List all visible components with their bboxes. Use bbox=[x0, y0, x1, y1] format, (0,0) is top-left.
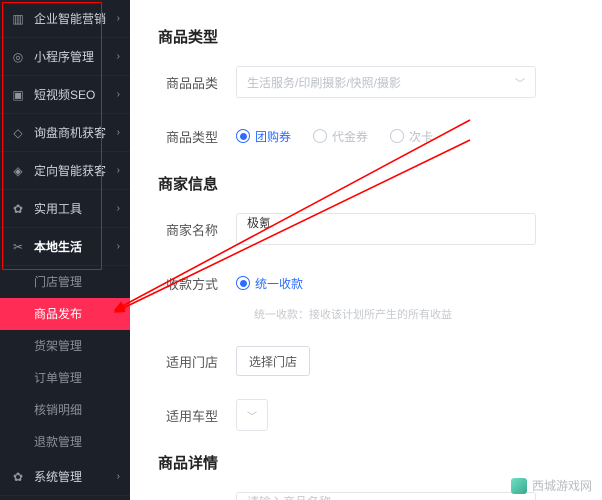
chevron-right-icon: › bbox=[117, 165, 120, 176]
radio-voucher[interactable]: 代金券 bbox=[313, 128, 368, 145]
chevron-down-icon: ﹀ bbox=[515, 75, 525, 90]
section-title-product-detail: 商品详情 bbox=[158, 452, 574, 473]
radio-label: 统一收款 bbox=[255, 275, 303, 292]
input-product-name[interactable]: 请输入商品名称 bbox=[236, 492, 536, 500]
chevron-right-icon: › bbox=[117, 89, 120, 100]
sidebar-item-targeted-acquisition[interactable]: ◈ 定向智能获客 › bbox=[0, 152, 130, 190]
chevron-right-icon: › bbox=[117, 241, 120, 252]
radio-group-payment: 统一收款 bbox=[236, 275, 303, 292]
sidebar-item-utilities[interactable]: ✿ 实用工具 › bbox=[0, 190, 130, 228]
sidebar-item-label: 短视频SEO bbox=[34, 86, 117, 103]
row-product-category: 商品品类 生活服务/印刷摄影/快照/摄影 ﹀ bbox=[158, 65, 574, 99]
chevron-right-icon: › bbox=[117, 203, 120, 214]
watermark-icon bbox=[511, 478, 527, 494]
label-merchant-name: 商家名称 bbox=[158, 220, 236, 239]
label-applicable-vehicle: 适用车型 bbox=[158, 406, 236, 425]
select-product-category[interactable]: 生活服务/印刷摄影/快照/摄影 ﹀ bbox=[236, 66, 536, 98]
radio-label: 团购券 bbox=[255, 128, 291, 145]
label-applicable-store: 适用门店 bbox=[158, 352, 236, 371]
sidebar-item-enterprise-marketing[interactable]: ▥ 企业智能营销 › bbox=[0, 0, 130, 38]
sidebar-item-inquiry-leads[interactable]: ◇ 询盘商机获客 › bbox=[0, 114, 130, 152]
sidebar-item-label: 本地生活 bbox=[34, 238, 117, 255]
sidebar-item-miniapp[interactable]: ◎ 小程序管理 › bbox=[0, 38, 130, 76]
radio-dot-icon bbox=[236, 129, 250, 143]
radio-dot-icon bbox=[390, 129, 404, 143]
hint-payment: 统一收款：接收该计划所产生的所有收益 bbox=[254, 306, 574, 322]
chevron-right-icon: › bbox=[117, 51, 120, 62]
main-content: 商品类型 商品品类 生活服务/印刷摄影/快照/摄影 ﹀ 商品类型 团购券 代金券 bbox=[130, 0, 602, 500]
sidebar-item-label: 实用工具 bbox=[34, 200, 117, 217]
chevron-right-icon: › bbox=[117, 471, 120, 482]
radio-group-product-type: 团购券 代金券 次卡 bbox=[236, 128, 433, 145]
sidebar-subitem-shelf-manage[interactable]: 货架管理 bbox=[0, 330, 130, 362]
label-payment-method: 收款方式 bbox=[158, 274, 236, 293]
input-value: 极氪 bbox=[247, 216, 271, 230]
section-title-product-type: 商品类型 bbox=[158, 26, 574, 47]
label-product-type: 商品类型 bbox=[158, 127, 236, 146]
row-applicable-store: 适用门店 选择门店 bbox=[158, 344, 574, 378]
sidebar-item-label: 小程序管理 bbox=[34, 48, 117, 65]
radio-dot-icon bbox=[313, 129, 327, 143]
sidebar-item-shortvideo-seo[interactable]: ▣ 短视频SEO › bbox=[0, 76, 130, 114]
chevron-right-icon: › bbox=[117, 13, 120, 24]
sidebar-subitem-verify-detail[interactable]: 核销明细 bbox=[0, 394, 130, 426]
sidebar-item-label: 询盘商机获客 bbox=[34, 124, 117, 141]
row-product-type: 商品类型 团购券 代金券 次卡 bbox=[158, 119, 574, 153]
row-applicable-vehicle: 适用车型 ﹀ bbox=[158, 398, 574, 432]
select-placeholder: 生活服务/印刷摄影/快照/摄影 bbox=[247, 74, 401, 91]
radio-dot-icon bbox=[236, 276, 250, 290]
row-merchant-name: 商家名称 极氪 bbox=[158, 212, 574, 246]
local-icon: ✂ bbox=[10, 240, 26, 254]
radio-groupbuy-coupon[interactable]: 团购券 bbox=[236, 128, 291, 145]
radio-label: 次卡 bbox=[409, 128, 433, 145]
sidebar-item-label: 定向智能获客 bbox=[34, 162, 117, 179]
select-store-button[interactable]: 选择门店 bbox=[236, 346, 310, 376]
radio-times-card[interactable]: 次卡 bbox=[390, 128, 433, 145]
sidebar-subitem-product-publish[interactable]: 商品发布 bbox=[0, 298, 130, 330]
radio-unified-payment[interactable]: 统一收款 bbox=[236, 275, 303, 292]
sidebar-item-system-manage[interactable]: ✿ 系统管理 › bbox=[0, 458, 130, 496]
chevron-down-icon: ﹀ bbox=[247, 408, 257, 423]
target-icon: ◈ bbox=[10, 164, 26, 178]
radio-label: 代金券 bbox=[332, 128, 368, 145]
sidebar-subitem-refund-manage[interactable]: 退款管理 bbox=[0, 426, 130, 458]
label-product-category: 商品品类 bbox=[158, 73, 236, 92]
gear-icon: ✿ bbox=[10, 470, 26, 484]
input-placeholder: 请输入商品名称 bbox=[247, 495, 331, 500]
leads-icon: ◇ bbox=[10, 126, 26, 140]
section-title-merchant: 商家信息 bbox=[158, 173, 574, 194]
video-icon: ▣ bbox=[10, 88, 26, 102]
chevron-right-icon: › bbox=[117, 127, 120, 138]
sidebar: ▥ 企业智能营销 › ◎ 小程序管理 › ▣ 短视频SEO › ◇ 询盘商机获客… bbox=[0, 0, 130, 500]
input-merchant-name[interactable]: 极氪 bbox=[236, 213, 536, 245]
chart-icon: ▥ bbox=[10, 12, 26, 26]
row-payment-method: 收款方式 统一收款 bbox=[158, 266, 574, 300]
sidebar-subitem-store-manage[interactable]: 门店管理 bbox=[0, 266, 130, 298]
sidebar-item-label: 系统管理 bbox=[34, 468, 117, 485]
sidebar-item-label: 企业智能营销 bbox=[34, 10, 117, 27]
select-applicable-vehicle[interactable]: ﹀ bbox=[236, 399, 268, 431]
watermark: 西城游戏网 bbox=[511, 477, 592, 494]
tools-icon: ✿ bbox=[10, 202, 26, 216]
sidebar-subitem-order-manage[interactable]: 订单管理 bbox=[0, 362, 130, 394]
sidebar-item-local-life[interactable]: ✂ 本地生活 › bbox=[0, 228, 130, 266]
watermark-text: 西城游戏网 bbox=[532, 477, 592, 494]
miniapp-icon: ◎ bbox=[10, 50, 26, 64]
